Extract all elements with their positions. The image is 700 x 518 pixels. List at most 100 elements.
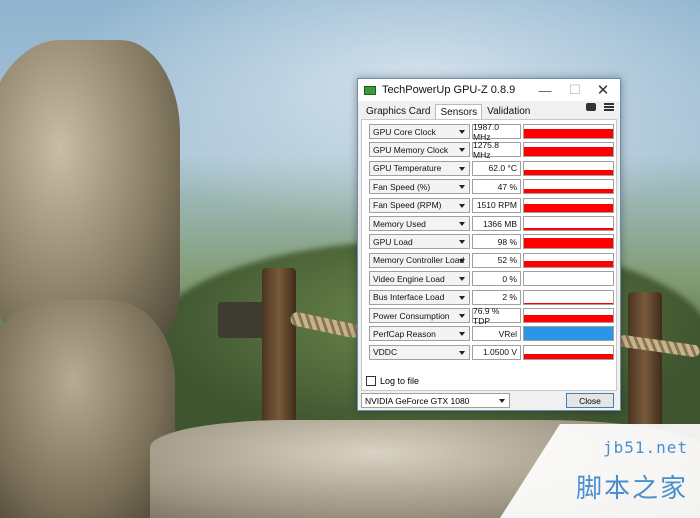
chevron-down-icon xyxy=(459,203,465,208)
sensor-graph-fill xyxy=(524,170,613,175)
sensor-value: 1987.0 MHz xyxy=(472,122,521,142)
sensor-value: 76.9 % TDP xyxy=(472,306,521,326)
sensor-label: Bus Interface Load xyxy=(373,292,445,303)
sensor-label: VDDC xyxy=(373,347,398,358)
background-rock xyxy=(0,300,175,518)
sensor-row: Video Engine Load 0 % xyxy=(369,271,614,287)
sensor-label-dropdown[interactable]: Power Consumption xyxy=(369,308,470,323)
gpu-select-value: NVIDIA GeForce GTX 1080 xyxy=(365,395,470,406)
sensor-label: Fan Speed (RPM) xyxy=(373,200,442,211)
sensor-label: Power Consumption xyxy=(373,310,450,321)
sensor-row: GPU Load 98 % xyxy=(369,234,614,250)
sensor-row: GPU Memory Clock 1275.8 MHz xyxy=(369,140,614,160)
sensor-label-dropdown[interactable]: Bus Interface Load xyxy=(369,289,470,305)
sensor-graph xyxy=(523,271,614,287)
sensor-value: 98 % xyxy=(472,234,521,250)
maximize-button[interactable]: ☐ xyxy=(560,79,590,101)
sensor-row: Power Consumption 76.9 % TDP xyxy=(369,306,614,326)
sensor-label-dropdown[interactable]: Fan Speed (%) xyxy=(369,179,470,195)
sensor-value: 1366 MB xyxy=(472,216,521,231)
sensor-label: GPU Load xyxy=(373,236,413,247)
sensor-row: GPU Temperature 62.0 °C xyxy=(369,160,614,176)
sensor-graph xyxy=(523,289,614,305)
watermark-site: jb51.net xyxy=(602,438,688,457)
sensor-graph xyxy=(523,197,614,213)
sensor-label-dropdown[interactable]: VDDC xyxy=(369,344,470,360)
sensor-graph xyxy=(523,160,614,176)
sensor-label-dropdown[interactable]: Video Engine Load xyxy=(369,271,470,287)
sensor-value: 52 % xyxy=(472,252,521,268)
sensor-graph-fill xyxy=(524,188,613,194)
sensor-row: Fan Speed (%) 47 % xyxy=(369,179,614,195)
sensor-graph-fill xyxy=(524,147,613,157)
title-bar[interactable]: TechPowerUp GPU-Z 0.8.9 — ☐ ✕ xyxy=(358,79,620,101)
sensor-row: Bus Interface Load 2 % xyxy=(369,289,614,305)
log-to-file-row: Log to file xyxy=(366,376,419,386)
chevron-down-icon xyxy=(459,185,465,190)
sensor-graph-fill xyxy=(524,228,613,230)
sensor-graph xyxy=(523,252,614,268)
sensor-row: Memory Controller Load 52 % xyxy=(369,252,614,268)
sensor-graph xyxy=(523,308,614,323)
sensor-graph-fill xyxy=(524,327,613,341)
tab-validation[interactable]: Validation xyxy=(482,103,535,119)
sensor-graph xyxy=(523,216,614,231)
close-window-button[interactable]: ✕ xyxy=(588,79,618,101)
sensor-row: GPU Core Clock 1987.0 MHz xyxy=(369,122,614,142)
sensor-graph-fill xyxy=(524,238,613,249)
sensor-label: GPU Core Clock xyxy=(373,126,436,137)
gpu-select-dropdown[interactable]: NVIDIA GeForce GTX 1080 xyxy=(361,393,510,408)
chevron-down-icon xyxy=(499,399,505,403)
sensor-label: Video Engine Load xyxy=(373,273,445,284)
sensor-graph-fill xyxy=(524,354,613,359)
tab-graphics-card[interactable]: Graphics Card xyxy=(361,103,435,119)
sensor-label-dropdown[interactable]: Memory Used xyxy=(369,216,470,231)
menu-icon[interactable] xyxy=(604,103,614,111)
gpuz-window: TechPowerUp GPU-Z 0.8.9 — ☐ ✕ Graphics C… xyxy=(357,78,621,411)
chevron-down-icon xyxy=(459,258,465,263)
sensor-graph-fill xyxy=(524,128,613,138)
sensor-value: 47 % xyxy=(472,179,521,195)
sensor-graph xyxy=(523,142,614,158)
sensor-label-dropdown[interactable]: GPU Load xyxy=(369,234,470,250)
chevron-down-icon xyxy=(459,240,465,245)
chevron-down-icon xyxy=(459,166,465,171)
sensor-graph xyxy=(523,179,614,195)
sensor-row: Fan Speed (RPM) 1510 RPM xyxy=(369,197,614,213)
sensor-graph-fill xyxy=(524,260,613,267)
chevron-down-icon xyxy=(459,130,465,134)
sensor-label: Memory Used xyxy=(373,218,426,229)
sensor-label: PerfCap Reason xyxy=(373,328,436,339)
sensor-label-dropdown[interactable]: GPU Temperature xyxy=(369,160,470,176)
sensor-row: VDDC 1.0500 V xyxy=(369,344,614,360)
sensor-label-dropdown[interactable]: Fan Speed (RPM) xyxy=(369,197,470,213)
sensor-value: 2 % xyxy=(472,289,521,305)
sensor-label-dropdown[interactable]: PerfCap Reason xyxy=(369,326,470,342)
sensor-value: VRel xyxy=(472,326,521,342)
watermark-brand: 脚本之家 xyxy=(575,474,688,504)
sensor-label-dropdown[interactable]: Memory Controller Load xyxy=(369,252,470,268)
chevron-down-icon xyxy=(459,222,465,226)
tab-sensors[interactable]: Sensors xyxy=(435,104,483,119)
window-title: TechPowerUp GPU-Z 0.8.9 xyxy=(382,84,516,96)
sensor-graph xyxy=(523,344,614,360)
sensor-graph xyxy=(523,326,614,342)
sensor-value: 1510 RPM xyxy=(472,197,521,213)
sensor-graph-fill xyxy=(524,314,613,322)
chevron-down-icon xyxy=(459,295,465,300)
camera-icon[interactable] xyxy=(586,103,596,111)
chevron-down-icon xyxy=(459,277,465,282)
sensor-label: Memory Controller Load xyxy=(373,255,465,266)
chevron-down-icon xyxy=(459,148,465,153)
chevron-down-icon xyxy=(459,314,465,318)
sensor-value: 1275.8 MHz xyxy=(472,140,521,160)
close-button[interactable]: Close xyxy=(566,393,614,408)
sensor-label-dropdown[interactable]: GPU Memory Clock xyxy=(369,142,470,158)
sensor-value: 0 % xyxy=(472,271,521,287)
sensor-label: GPU Temperature xyxy=(373,163,442,174)
log-to-file-checkbox[interactable] xyxy=(366,376,376,386)
sensor-label-dropdown[interactable]: GPU Core Clock xyxy=(369,124,470,139)
minimize-button[interactable]: — xyxy=(530,79,560,101)
log-to-file-label: Log to file xyxy=(380,376,420,386)
sensor-label: GPU Memory Clock xyxy=(373,144,449,155)
